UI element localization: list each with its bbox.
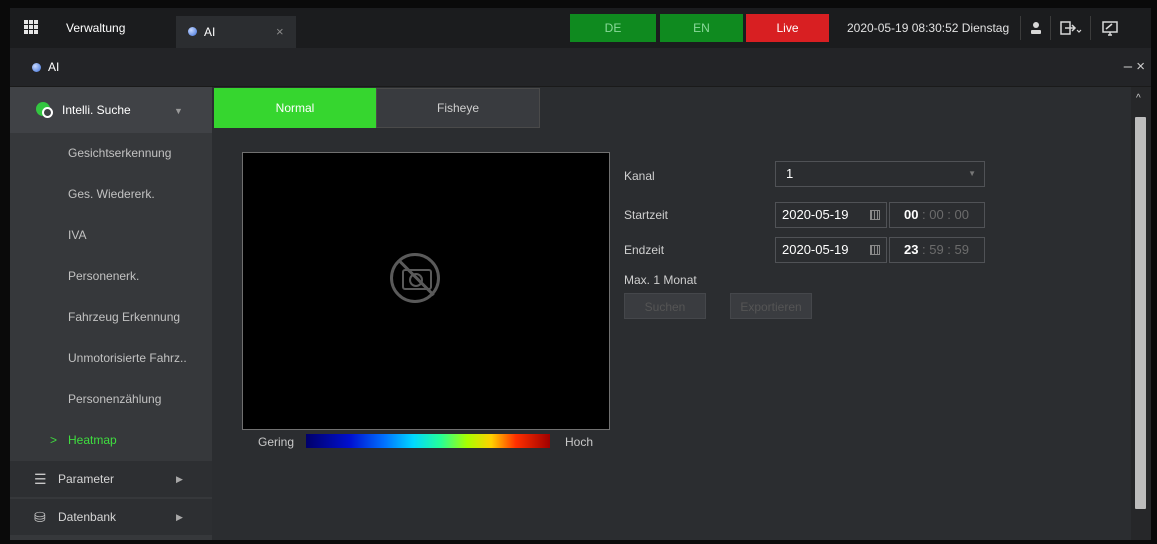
legend-high-label: Hoch [565,435,594,449]
sidebar-item-ges-wiedererk[interactable]: Ges. Wiedererk. [10,174,212,214]
sidebar-group-label: Parameter [58,472,115,486]
start-time-field[interactable]: 00 : 00 : 00 [889,202,985,228]
scrollbar-thumb[interactable] [1135,117,1146,509]
heatmap-preview [242,152,610,430]
startzeit-label: Startzeit [624,208,669,222]
sidebar-item-label: IVA [68,228,87,242]
sidebar-item-label: Ges. Wiedererk. [68,187,155,201]
end-hour: 23 [904,242,919,257]
start-minutes-seconds: : 00 : 00 [922,207,969,222]
end-time-field[interactable]: 23 : 59 : 59 [889,237,985,263]
start-hour: 00 [904,207,919,222]
sidebar-item-label: Unmotorisierte Fahrz.. [68,351,187,365]
end-date-value: 2020-05-19 [782,242,849,257]
search-button[interactable]: Suchen [624,293,706,319]
sidebar-item-gesichtserkennung[interactable]: Gesichtserkennung [10,133,212,173]
legend-low-label: Gering [258,435,295,449]
no-video-camera-icon [390,253,440,303]
sidebar-item-label: Gesichtserkennung [68,146,172,160]
datetime-display: 2020-05-19 08:30:52 Dienstag [847,21,1010,35]
sidebar-item-personenzaehlung[interactable]: Personenzählung [10,379,212,419]
sidebar-item-label: Fahrzeug Erkennung [68,310,181,324]
sidebar-group-label: Datenbank [58,510,117,524]
start-date-value: 2020-05-19 [782,207,849,222]
sidebar-item-personenerk[interactable]: Personenerk. [10,256,212,296]
sidebar: Intelli. Suche ▼ Gesichtserkennung Ges. … [10,87,212,540]
sidebar-header-intelli-suche[interactable]: Intelli. Suche ▼ [10,87,212,133]
start-date-field[interactable]: 2020-05-19 [775,202,887,228]
display-icon[interactable] [1102,8,1118,48]
kanal-label: Kanal [624,169,655,183]
window-title-bar: AI – × [10,48,1151,87]
sidebar-item-label: Personenerk. [68,269,140,283]
close-tab-icon[interactable]: × [276,16,284,48]
top-bar: Verwaltung AI × DE EN Live 2020-05-19 08… [10,8,1151,48]
scrollbar[interactable]: ^ [1131,87,1151,540]
sidebar-item-label: Heatmap [68,433,117,447]
divider [1090,16,1091,40]
chevron-down-icon: ▼ [968,169,976,178]
end-date-field[interactable]: 2020-05-19 [775,237,887,263]
user-icon[interactable] [1030,8,1042,48]
sidebar-item-heatmap[interactable]: > Heatmap [10,420,212,460]
list-icon: ☰ [34,471,47,487]
sidebar-group-datenbank[interactable]: ⛁ Datenbank ▶ [10,499,212,535]
window-controls[interactable]: – × [1124,48,1145,86]
end-minutes-seconds: : 59 : 59 [922,242,969,257]
window-title: AI [48,60,60,74]
chevron-down-icon: ▼ [174,106,183,116]
calendar-icon[interactable] [870,210,880,220]
language-de-button[interactable]: DE [570,14,656,42]
sidebar-item-label: Personenzählung [68,392,162,406]
apps-grid-icon[interactable] [24,20,38,34]
tab-fisheye[interactable]: Fisheye [376,88,540,128]
app-frame: Verwaltung AI × DE EN Live 2020-05-19 08… [10,8,1151,540]
sidebar-header-label: Intelli. Suche [62,103,131,117]
logout-icon[interactable] [1060,8,1082,48]
home-tab-verwaltung[interactable]: Verwaltung [66,8,125,48]
sidebar-item-fahrzeug-erkennung[interactable]: Fahrzeug Erkennung [10,297,212,337]
kanal-select[interactable]: 1 ▼ [775,161,985,187]
scroll-up-icon[interactable]: ^ [1136,93,1141,104]
search-icon [36,102,53,118]
sidebar-item-unmotorisierte-fahrzeuge[interactable]: Unmotorisierte Fahrz.. [10,338,212,378]
chevron-right-icon: ▶ [176,512,183,522]
divider [1020,16,1021,40]
tab-ai[interactable]: AI × [176,16,296,48]
export-button[interactable]: Exportieren [730,293,812,319]
kanal-value: 1 [786,166,794,181]
endzeit-label: Endzeit [624,243,665,257]
language-en-button[interactable]: EN [660,14,743,42]
max-range-hint: Max. 1 Monat [624,273,697,287]
tab-ai-label: AI [204,25,216,39]
tab-normal[interactable]: Normal [214,88,376,128]
sidebar-item-iva[interactable]: IVA [10,215,212,255]
live-button[interactable]: Live [746,14,829,42]
divider [1050,16,1051,40]
chevron-right-icon: > [50,433,58,447]
calendar-icon[interactable] [870,245,880,255]
ai-icon [32,63,41,72]
database-icon: ⛁ [34,509,46,525]
ai-icon [188,27,197,36]
sidebar-group-parameter[interactable]: ☰ Parameter ▶ [10,461,212,497]
chevron-right-icon: ▶ [176,474,183,484]
heatmap-color-scale [306,434,550,448]
